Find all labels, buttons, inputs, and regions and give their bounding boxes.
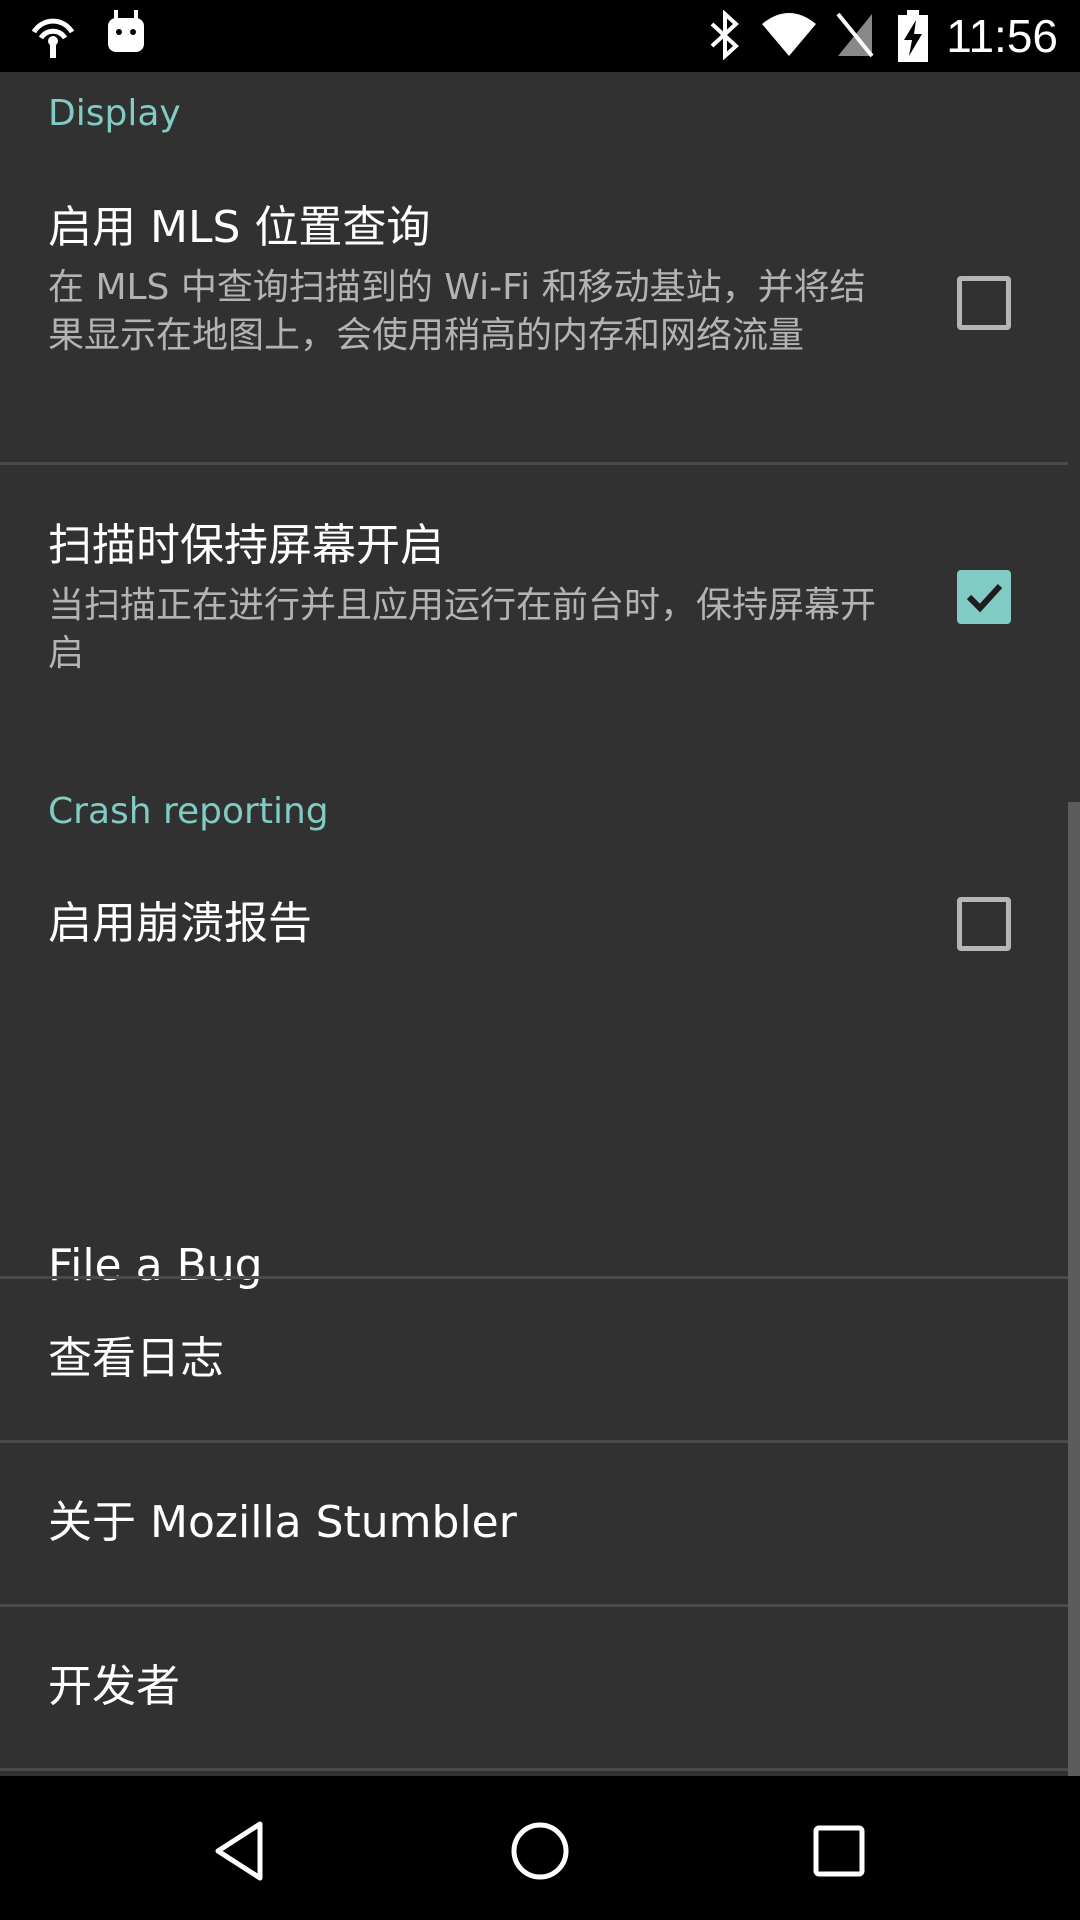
item-label: 关于 Mozilla Stumbler [48,1497,517,1548]
pref-summary: 当扫描正在进行并且应用运行在前台时，保持屏幕开启 [48,585,877,674]
bluetooth-icon [708,9,742,64]
pref-title: 启用崩溃报告 [48,898,312,949]
back-icon[interactable] [208,1818,274,1884]
divider [0,462,1068,465]
wifi-icon [760,10,818,64]
item-label: 开发者 [48,1661,180,1712]
checkmark-icon [966,583,1003,613]
category-crash-reporting: Crash reporting [48,791,329,832]
category-display: Display [48,93,181,134]
keep-screen-on-checkbox[interactable] [957,570,1011,624]
view-log-item[interactable]: 查看日志 [0,1279,1068,1441]
status-bar: 11:56 [0,0,1080,72]
divider [0,1768,1068,1771]
developer-item[interactable]: 开发者 [0,1607,1068,1769]
recents-icon[interactable] [806,1818,872,1884]
pref-title: 扫描时保持屏幕开启 [48,520,444,571]
mls-lookup-checkbox[interactable] [957,276,1011,330]
about-item[interactable]: 关于 Mozilla Stumbler [0,1443,1068,1605]
scrollbar[interactable] [1068,802,1080,1776]
battery-charging-icon [898,10,928,66]
navigation-bar [0,1776,1080,1920]
pref-title: 启用 MLS 位置查询 [48,202,431,253]
item-label: 查看日志 [48,1333,224,1384]
crash-reporting-checkbox[interactable] [957,897,1011,951]
android-icon [106,10,146,58]
settings-list[interactable]: Display 启用 MLS 位置查询 在 MLS 中查询扫描到的 Wi-Fi … [0,72,1080,1776]
no-sim-icon [834,10,876,64]
status-time: 11:56 [946,10,1058,62]
home-icon[interactable] [507,1818,573,1884]
wifi-hotspot-icon [28,10,78,64]
pref-summary: 在 MLS 中查询扫描到的 Wi-Fi 和移动基站，并将结果显示在地图上，会使用… [48,267,866,356]
